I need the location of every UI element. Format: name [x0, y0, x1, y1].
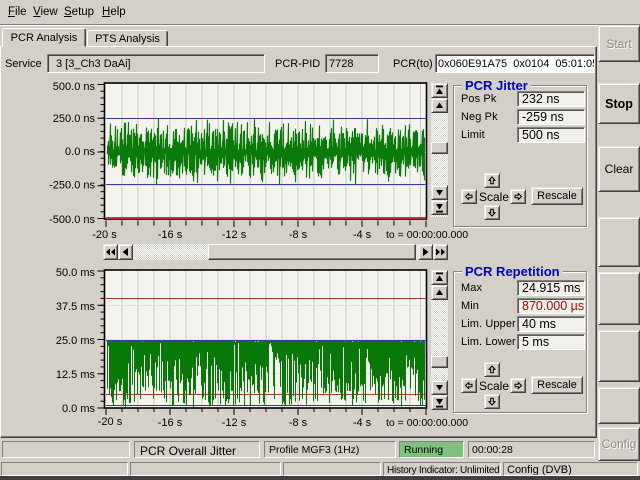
svg-text:-20 s: -20 s [92, 229, 117, 240]
svg-text:250.0 ns: 250.0 ns [53, 113, 96, 125]
svg-text:-16 s: -16 s [158, 417, 183, 429]
svg-text:-16 s: -16 s [158, 229, 183, 240]
svg-text:to = 00:00:00.000: to = 00:00:00.000 [386, 229, 468, 240]
svg-text:37.5 ms: 37.5 ms [56, 301, 96, 313]
svg-text:0.0 ms: 0.0 ms [62, 403, 96, 415]
svg-text:-8 s: -8 s [289, 229, 308, 240]
svg-text:to = 00:00:00.000: to = 00:00:00.000 [386, 417, 468, 429]
svg-text:12.5 ms: 12.5 ms [56, 369, 96, 381]
svg-text:-8 s: -8 s [289, 417, 308, 429]
svg-text:500.0 ns: 500.0 ns [53, 81, 96, 93]
svg-text:-12 s: -12 s [222, 417, 247, 429]
svg-text:50.0 ms: 50.0 ms [56, 267, 96, 279]
svg-text:-250.0 ns: -250.0 ns [49, 180, 95, 192]
svg-text:-4 s: -4 s [353, 417, 372, 429]
svg-text:-12 s: -12 s [222, 229, 247, 240]
svg-text:25.0 ms: 25.0 ms [56, 335, 96, 347]
svg-text:-4 s: -4 s [353, 229, 372, 240]
svg-text:0.0 ns: 0.0 ns [65, 146, 95, 158]
svg-text:-20 s: -20 s [98, 416, 123, 428]
svg-text:-500.0 ns: -500.0 ns [49, 214, 95, 226]
